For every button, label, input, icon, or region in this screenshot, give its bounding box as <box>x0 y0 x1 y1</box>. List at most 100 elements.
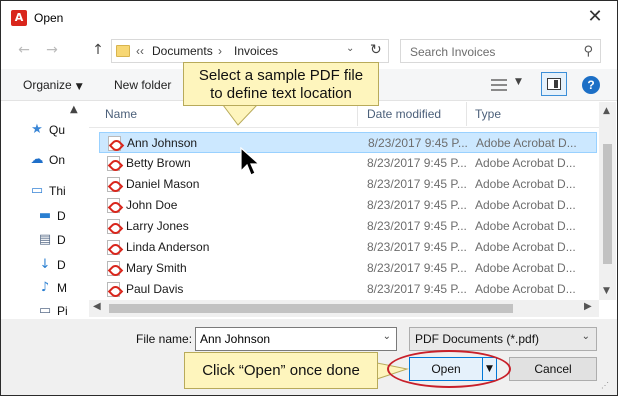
scroll-up-icon[interactable]: ▲ <box>603 106 610 116</box>
file-type: Adobe Acrobat D... <box>475 198 576 212</box>
sidebar-item-label: Thi <box>49 184 66 198</box>
file-name: Linda Anderson <box>126 240 210 254</box>
file-type: Adobe Acrobat D... <box>475 240 576 254</box>
file-name: Ann Johnson <box>127 136 198 150</box>
file-row-paul-davis[interactable]: Paul Davis 8/23/2017 9:45 P... Adobe Acr… <box>99 279 597 300</box>
file-row-betty-brown[interactable]: Betty Brown 8/23/2017 9:45 P... Adobe Ac… <box>99 153 597 174</box>
acrobat-app-icon: A <box>11 10 27 26</box>
star-icon: ★ <box>31 122 43 137</box>
folder-icon <box>116 45 130 57</box>
preview-pane-button[interactable] <box>541 72 567 96</box>
scroll-down-icon[interactable]: ▼ <box>603 286 610 296</box>
file-row-john-doe[interactable]: John Doe 8/23/2017 9:45 P... Adobe Acrob… <box>99 195 597 216</box>
scroll-left-icon[interactable]: ◀ <box>93 301 101 312</box>
sidebar-item-label: D <box>57 233 66 247</box>
up-arrow-icon[interactable]: ↑ <box>89 41 107 59</box>
back-arrow-icon[interactable]: ← <box>15 41 33 59</box>
scroll-up-icon[interactable]: ▲ <box>70 104 78 115</box>
close-icon[interactable]: ✕ <box>585 7 605 27</box>
address-bar[interactable]: ‹‹ Documents › Invoices ⌄ ↻ <box>111 39 389 63</box>
file-type-dropdown-icon[interactable]: ⌄ <box>582 331 590 342</box>
file-row-mary-smith[interactable]: Mary Smith 8/23/2017 9:45 P... Adobe Acr… <box>99 258 597 279</box>
file-list-horizontal-scrollbar[interactable]: ◀ ▶ <box>89 300 599 317</box>
file-name: John Doe <box>126 198 178 212</box>
file-date: 8/23/2017 9:45 P... <box>367 177 467 191</box>
download-icon: ↓ <box>39 257 51 272</box>
help-icon[interactable]: ? <box>582 76 600 94</box>
pdf-file-icon <box>107 282 120 297</box>
file-row-ann-johnson[interactable]: Ann Johnson 8/23/2017 9:45 P... Adobe Ac… <box>99 132 597 153</box>
search-icon[interactable]: ⚲ <box>583 44 593 59</box>
vertical-scroll-thumb[interactable] <box>603 144 612 264</box>
file-row-daniel-mason[interactable]: Daniel Mason 8/23/2017 9:45 P... Adobe A… <box>99 174 597 195</box>
sidebar-item-label: Qu <box>49 123 66 137</box>
sidebar-item-label: D <box>57 258 66 272</box>
refresh-icon[interactable]: ↻ <box>370 42 382 58</box>
file-name-label: File name: <box>136 332 193 346</box>
file-date: 8/23/2017 9:45 P... <box>367 282 467 296</box>
file-name-field[interactable]: ⌄ <box>195 327 397 351</box>
column-header-type[interactable]: Type <box>475 107 501 121</box>
file-date: 8/23/2017 9:45 P... <box>368 136 468 150</box>
column-divider[interactable] <box>466 102 467 126</box>
navigation-pane: ★ Qu ☁ On ▭ Thi ▬ D ▤ D ↓ D ♪ M ▭ Pi ▲ <box>1 102 86 318</box>
search-placeholder[interactable]: Search Invoices <box>410 45 495 59</box>
open-file-dialog: A Open ✕ ← → ↑ ‹‹ Documents › Invoices ⌄… <box>0 0 618 396</box>
organize-caret-icon: ▼ <box>75 82 83 92</box>
preview-pane-icon <box>547 78 561 90</box>
sidebar-item-label: M <box>57 281 67 295</box>
file-date: 8/23/2017 9:45 P... <box>367 156 467 170</box>
callout-line: to define text location <box>210 85 352 102</box>
address-row: ← → ↑ ‹‹ Documents › Invoices ⌄ ↻ Search… <box>1 37 617 65</box>
breadcrumb-separator: › <box>218 44 222 58</box>
document-icon: ▤ <box>38 232 52 247</box>
column-header-name[interactable]: Name <box>105 107 137 121</box>
pdf-file-icon <box>107 261 120 276</box>
cancel-button[interactable]: Cancel <box>509 357 597 381</box>
sort-indicator-icon: ^ <box>523 102 531 109</box>
file-type: Adobe Acrobat D... <box>475 219 576 233</box>
file-type: Adobe Acrobat D... <box>475 177 576 191</box>
file-date: 8/23/2017 9:45 P... <box>367 240 467 254</box>
organize-menu[interactable]: Organize ▼ <box>23 78 83 92</box>
file-row-linda-anderson[interactable]: Linda Anderson 8/23/2017 9:45 P... Adobe… <box>99 237 597 258</box>
resize-grip-icon[interactable]: ⋰ <box>601 381 609 390</box>
file-name: Larry Jones <box>126 219 189 233</box>
pdf-file-icon <box>107 177 120 192</box>
file-type-select[interactable]: PDF Documents (*.pdf) ⌄ <box>409 327 597 351</box>
forward-arrow-icon[interactable]: → <box>43 41 61 59</box>
new-folder-button[interactable]: New folder <box>114 78 171 92</box>
computer-icon: ▭ <box>30 183 44 198</box>
file-list-vertical-scrollbar[interactable]: ▲ ▼ <box>599 102 616 300</box>
pdf-file-icon <box>107 156 120 171</box>
breadcrumb-invoices[interactable]: Invoices <box>234 44 278 58</box>
search-box[interactable]: Search Invoices ⚲ <box>400 39 601 63</box>
horizontal-scroll-thumb[interactable] <box>109 304 513 313</box>
view-details-icon[interactable] <box>491 78 507 92</box>
file-list: Name Date modified Type ^ Ann Johnson 8/… <box>89 102 599 300</box>
file-name-dropdown-icon[interactable]: ⌄ <box>383 331 391 342</box>
pictures-icon: ▭ <box>38 303 52 318</box>
breadcrumb-overflow[interactable]: ‹‹ <box>136 44 144 58</box>
file-date: 8/23/2017 9:45 P... <box>367 198 467 212</box>
window-title: Open <box>34 11 64 25</box>
column-header-date[interactable]: Date modified <box>367 107 441 121</box>
breadcrumb-documents[interactable]: Documents <box>152 44 213 58</box>
file-type: Adobe Acrobat D... <box>475 282 576 296</box>
organize-label: Organize <box>23 78 72 92</box>
sidebar-item-label: D <box>57 209 66 223</box>
address-dropdown-icon[interactable]: ⌄ <box>346 43 354 54</box>
file-row-larry-jones[interactable]: Larry Jones 8/23/2017 9:45 P... Adobe Ac… <box>99 216 597 237</box>
scroll-right-icon[interactable]: ▶ <box>584 301 592 312</box>
title-bar: A Open ✕ <box>1 1 617 35</box>
file-type-value: PDF Documents (*.pdf) <box>415 332 540 346</box>
file-name: Paul Davis <box>126 282 184 296</box>
file-type: Adobe Acrobat D... <box>475 156 576 170</box>
pdf-file-icon <box>107 219 120 234</box>
callout-line: Select a sample PDF file <box>198 67 364 84</box>
navigation-scrollbar[interactable]: ▲ <box>67 102 84 318</box>
file-name-input[interactable] <box>200 331 376 347</box>
view-options-caret-icon[interactable]: ▼ <box>515 77 522 87</box>
callout-pointer <box>222 104 259 126</box>
highlight-ring <box>387 350 511 388</box>
